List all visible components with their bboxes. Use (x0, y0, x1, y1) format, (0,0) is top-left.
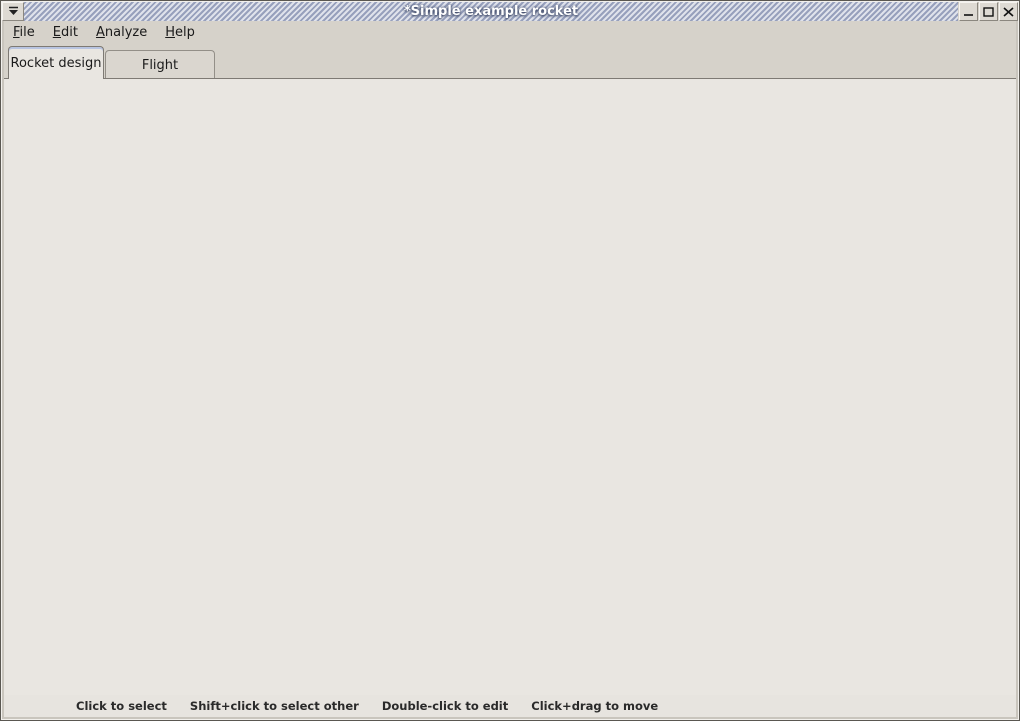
maximize-icon (983, 7, 994, 17)
hint-click-select: Click to select (76, 699, 167, 713)
minimize-icon (963, 7, 974, 17)
titlebar: *Simple example rocket (2, 2, 1018, 21)
close-button[interactable] (999, 2, 1018, 21)
minimize-button[interactable] (959, 2, 978, 21)
menu-file[interactable]: File (4, 22, 44, 44)
openrocket-window: *Simple example rocket File Edit Analyze… (0, 0, 1020, 721)
status-bar: Click to select Shift+click to select ot… (4, 694, 1016, 717)
close-icon (1003, 7, 1014, 17)
hint-shift-click: Shift+click to select other (190, 699, 359, 713)
menu-analyze[interactable]: Analyze (87, 22, 156, 44)
window-menu-icon (7, 6, 20, 17)
tab-rocket-design[interactable]: Rocket design (8, 46, 104, 79)
window-menu-button[interactable] (2, 2, 24, 21)
menubar: File Edit Analyze Help (4, 22, 1016, 44)
window-title: *Simple example rocket (404, 4, 578, 19)
menu-edit[interactable]: Edit (44, 22, 87, 44)
titlebar-hatch[interactable]: *Simple example rocket (24, 2, 958, 21)
hint-double-click: Double-click to edit (382, 699, 508, 713)
menu-help[interactable]: Help (156, 22, 204, 44)
rocket-design-panel (4, 78, 1016, 695)
maximize-button[interactable] (979, 2, 998, 21)
tab-flight-simulations[interactable]: Flight simulations (105, 50, 215, 79)
hint-click-drag: Click+drag to move (531, 699, 658, 713)
